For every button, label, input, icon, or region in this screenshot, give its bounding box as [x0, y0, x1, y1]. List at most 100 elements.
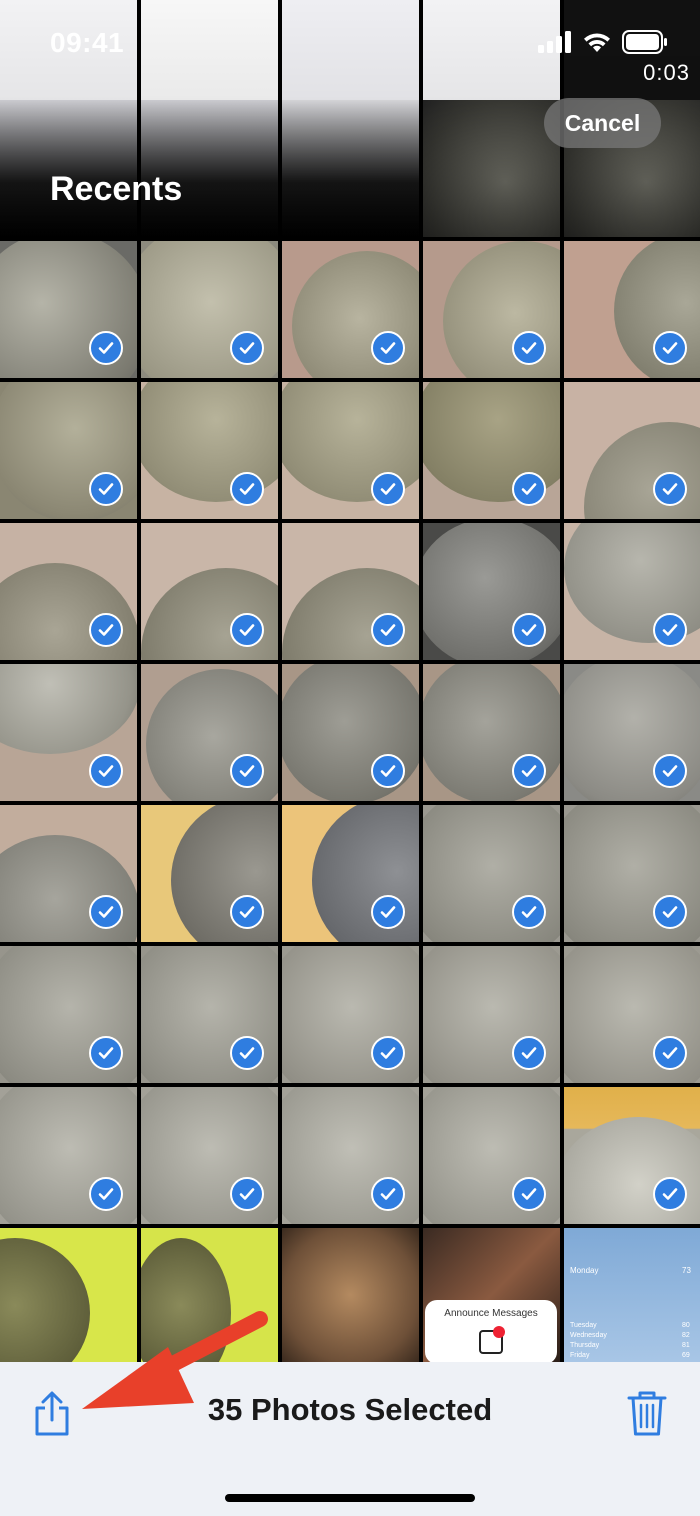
- cellular-signal-icon: [538, 31, 571, 53]
- weather-hi-label: 73: [682, 1266, 691, 1275]
- selected-checkmark-icon: [230, 1036, 264, 1070]
- photo-thumbnail[interactable]: [423, 946, 560, 1083]
- trash-icon[interactable]: [626, 1388, 668, 1438]
- photo-thumbnail[interactable]: [141, 241, 278, 378]
- photo-thumbnail[interactable]: [564, 664, 700, 801]
- photo-thumbnail[interactable]: [141, 1087, 278, 1224]
- photo-thumbnail[interactable]: [564, 241, 700, 378]
- photo-thumbnail[interactable]: [282, 382, 419, 519]
- photo-thumbnail[interactable]: [282, 100, 419, 237]
- selected-checkmark-icon: [89, 472, 123, 506]
- selected-checkmark-icon: [89, 331, 123, 365]
- photo-thumbnail[interactable]: [423, 1087, 560, 1224]
- selected-checkmark-icon: [230, 331, 264, 365]
- photo-thumbnail[interactable]: [564, 523, 700, 660]
- status-icons: [538, 30, 668, 54]
- selected-checkmark-icon: [230, 895, 264, 929]
- selected-checkmark-icon: [371, 754, 405, 788]
- selected-checkmark-icon: [89, 613, 123, 647]
- photo-thumbnail[interactable]: [282, 946, 419, 1083]
- selected-checkmark-icon: [89, 1177, 123, 1211]
- photo-thumbnail[interactable]: [423, 382, 560, 519]
- selected-checkmark-icon: [89, 754, 123, 788]
- selected-checkmark-icon: [230, 754, 264, 788]
- photo-thumbnail[interactable]: [0, 805, 137, 942]
- photo-thumbnail[interactable]: [423, 523, 560, 660]
- status-bar: 09:41 0:03: [0, 0, 700, 100]
- photo-thumbnail[interactable]: [141, 805, 278, 942]
- weather-hi-label: 81: [682, 1342, 690, 1349]
- selected-checkmark-icon: [230, 1177, 264, 1211]
- selected-checkmark-icon: [653, 895, 687, 929]
- photo-thumbnail[interactable]: [141, 100, 278, 237]
- photo-thumbnail[interactable]: [282, 1087, 419, 1224]
- selected-checkmark-icon: [89, 1036, 123, 1070]
- selected-checkmark-icon: [512, 613, 546, 647]
- photo-thumbnail[interactable]: [141, 664, 278, 801]
- photo-thumbnail[interactable]: [564, 805, 700, 942]
- recording-timer: 0:03: [643, 60, 690, 85]
- selected-checkmark-icon: [230, 472, 264, 506]
- selected-checkmark-icon: [653, 1036, 687, 1070]
- photo-thumbnail[interactable]: Announce Messages: [423, 1228, 560, 1362]
- photo-thumbnail[interactable]: [0, 241, 137, 378]
- photo-thumbnail[interactable]: [423, 241, 560, 378]
- photo-thumbnail[interactable]: [141, 523, 278, 660]
- photo-thumbnail[interactable]: [0, 664, 137, 801]
- photo-thumbnail[interactable]: [282, 1228, 419, 1362]
- photo-thumbnail[interactable]: [0, 100, 137, 237]
- weather-hi-label: 69: [682, 1352, 690, 1359]
- selected-checkmark-icon: [371, 331, 405, 365]
- photo-thumbnail[interactable]: [141, 382, 278, 519]
- photo-thumbnail[interactable]: [0, 946, 137, 1083]
- selected-checkmark-icon: [371, 613, 405, 647]
- photo-thumbnail[interactable]: [423, 805, 560, 942]
- status-time: 09:41: [50, 27, 125, 58]
- photo-thumbnail[interactable]: [282, 805, 419, 942]
- selected-checkmark-icon: [512, 472, 546, 506]
- photo-thumbnail[interactable]: [423, 100, 560, 237]
- weather-row: Wednesday: [570, 1332, 607, 1339]
- selected-checkmark-icon: [230, 613, 264, 647]
- photo-thumbnail[interactable]: [564, 382, 700, 519]
- photo-thumbnail[interactable]: [0, 523, 137, 660]
- weather-hi-label: 80: [682, 1322, 690, 1329]
- selected-checkmark-icon: [512, 895, 546, 929]
- selected-checkmark-icon: [512, 754, 546, 788]
- photo-thumbnail[interactable]: [0, 1087, 137, 1224]
- cancel-button[interactable]: Cancel: [544, 98, 661, 148]
- wifi-icon: [584, 33, 610, 52]
- selected-checkmark-icon: [653, 472, 687, 506]
- home-indicator: [225, 1494, 475, 1502]
- photo-thumbnail[interactable]: [282, 664, 419, 801]
- weather-row: Tuesday: [570, 1322, 597, 1329]
- selected-checkmark-icon: [653, 331, 687, 365]
- photo-thumbnail[interactable]: [282, 241, 419, 378]
- weather-row: Friday: [570, 1352, 590, 1359]
- selected-checkmark-icon: [371, 472, 405, 506]
- weather-hi-label: 82: [682, 1332, 690, 1339]
- page-title: Recents: [50, 170, 183, 208]
- announce-messages-label: Announce Messages: [444, 1308, 538, 1319]
- annotation-arrow-icon: [82, 1311, 268, 1409]
- weather-day-label: Monday: [570, 1266, 599, 1275]
- selected-checkmark-icon: [89, 895, 123, 929]
- photo-thumbnail[interactable]: [141, 946, 278, 1083]
- selected-checkmark-icon: [371, 895, 405, 929]
- selected-checkmark-icon: [371, 1177, 405, 1211]
- selected-checkmark-icon: [512, 1177, 546, 1211]
- weather-row: Thursday: [570, 1342, 600, 1349]
- selected-checkmark-icon: [371, 1036, 405, 1070]
- photo-thumbnail[interactable]: [0, 382, 137, 519]
- battery-icon: [622, 30, 667, 54]
- selected-checkmark-icon: [653, 754, 687, 788]
- photo-thumbnail[interactable]: Monday 73 Tuesday 80 Wednesday 82 Thursd…: [564, 1228, 700, 1362]
- photo-thumbnail[interactable]: [564, 1087, 700, 1224]
- photo-thumbnail[interactable]: [564, 946, 700, 1083]
- photo-thumbnail[interactable]: [282, 523, 419, 660]
- photo-thumbnail[interactable]: [423, 664, 560, 801]
- selected-checkmark-icon: [512, 1036, 546, 1070]
- selected-checkmark-icon: [653, 613, 687, 647]
- selected-checkmark-icon: [512, 331, 546, 365]
- announce-messages-card: Announce Messages: [425, 1300, 557, 1362]
